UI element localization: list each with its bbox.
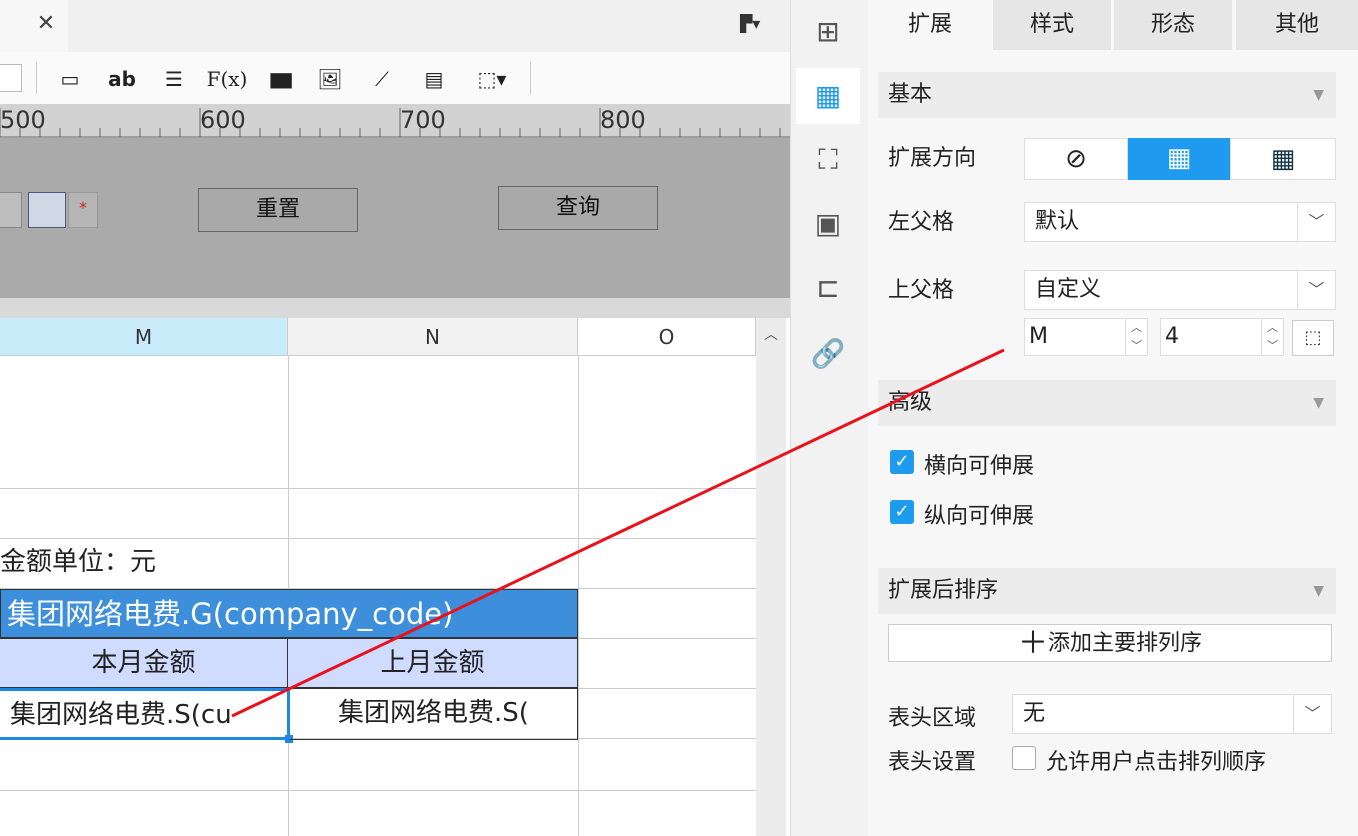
top-parent-select[interactable]: 自定义 ﹀ bbox=[1024, 270, 1336, 310]
allow-sort-checkbox[interactable] bbox=[1012, 746, 1036, 770]
left-parent-label: 左父格 bbox=[888, 210, 955, 235]
top-parent-value: 自定义 bbox=[1035, 277, 1102, 302]
data-cell[interactable]: 集团网络电费.S( bbox=[290, 688, 578, 740]
scroll-up-icon[interactable]: ︿ bbox=[758, 322, 784, 348]
header-cell-current[interactable]: 本月金额 bbox=[0, 638, 288, 688]
grid-line bbox=[0, 488, 756, 489]
left-parent-value: 默认 bbox=[1035, 209, 1080, 234]
chevron-down-icon: ﹀ bbox=[1297, 203, 1335, 241]
text-field-icon[interactable]: ▭ bbox=[52, 64, 88, 94]
plus-icon: ＋ bbox=[1017, 626, 1048, 661]
allow-sort-label: 允许用户点击排列顺序 bbox=[1046, 750, 1267, 775]
toolbar-divider bbox=[36, 62, 37, 94]
query-button[interactable]: 查询 bbox=[498, 186, 658, 230]
collapse-panel-icon[interactable]: ▛▾ bbox=[740, 14, 760, 33]
advanced-section-title: 高级 bbox=[888, 390, 933, 415]
collapse-arrow-icon: ▼ bbox=[1313, 395, 1324, 411]
close-tab-icon[interactable]: ✕ bbox=[30, 8, 62, 40]
left-parent-select[interactable]: 默认 ﹀ bbox=[1024, 202, 1336, 242]
basic-section-header[interactable]: 基本 ▼ bbox=[878, 72, 1336, 118]
basic-section-title: 基本 bbox=[888, 82, 933, 107]
collapse-arrow-icon: ▼ bbox=[1313, 583, 1324, 599]
sort-section-header[interactable]: 扩展后排序 ▼ bbox=[878, 568, 1336, 614]
cell-element-icon[interactable]: ⛶ bbox=[808, 140, 848, 180]
date-picker-icon[interactable] bbox=[28, 192, 66, 228]
chevron-down-icon: ﹀ bbox=[1293, 695, 1331, 733]
hyperlink-icon[interactable]: 🔗 bbox=[808, 334, 848, 374]
horizontal-expand-icon[interactable]: ▦ bbox=[1230, 138, 1336, 180]
h-expand-checkbox[interactable]: ✓ bbox=[890, 450, 914, 474]
widget-icon[interactable]: ▣ bbox=[808, 204, 848, 244]
column-header-m[interactable]: M bbox=[0, 318, 288, 356]
tab-style[interactable]: 样式 bbox=[993, 0, 1111, 50]
advanced-section-header[interactable]: 高级 ▼ bbox=[878, 380, 1336, 426]
property-category-bar bbox=[790, 0, 868, 836]
align-icon[interactable]: ☰ bbox=[156, 64, 192, 94]
header-setting-label: 表头设置 bbox=[888, 750, 977, 775]
collapse-arrow-icon: ▼ bbox=[1313, 87, 1324, 103]
cell-style-icon[interactable]: ⊏ bbox=[808, 268, 848, 308]
tab-expand[interactable]: 扩展 bbox=[870, 0, 990, 50]
vertical-expand-icon[interactable]: ▦ bbox=[1128, 138, 1230, 180]
selected-data-cell[interactable]: 集团网络电费.S(cu bbox=[0, 688, 290, 740]
text-icon[interactable]: ab bbox=[104, 64, 140, 94]
h-expand-label: 横向可伸展 bbox=[924, 454, 1035, 479]
column-header-n[interactable]: N bbox=[288, 318, 578, 356]
cell-expand-icon[interactable]: ▦ bbox=[808, 76, 848, 116]
group-cell[interactable]: 集团网络电费.G(company_code) bbox=[0, 589, 578, 638]
direction-label: 扩展方向 bbox=[888, 146, 977, 171]
sub-report-icon[interactable]: ▤ bbox=[416, 64, 452, 94]
cell-picker-icon[interactable]: ⬚ bbox=[1292, 320, 1334, 356]
reset-button[interactable]: 重置 bbox=[198, 188, 358, 232]
ruler-label: 800 bbox=[600, 106, 646, 134]
image-icon[interactable]: 🖼 bbox=[312, 64, 348, 94]
no-expand-icon[interactable]: ⊘ bbox=[1024, 138, 1128, 180]
parent-row-value: 4 bbox=[1165, 324, 1179, 349]
table-icon[interactable] bbox=[0, 64, 22, 92]
add-sort-label: 添加主要排列序 bbox=[1047, 631, 1202, 656]
header-area-select[interactable]: 无 ﹀ bbox=[1012, 694, 1332, 734]
column-header-o[interactable]: O bbox=[578, 318, 756, 356]
v-expand-label: 纵向可伸展 bbox=[924, 504, 1035, 529]
stepper-arrows-icon[interactable]: ︿ ﹀ bbox=[1261, 319, 1283, 355]
tab-form[interactable]: 形态 bbox=[1114, 0, 1232, 50]
top-parent-label: 上父格 bbox=[888, 278, 955, 303]
header-area-label: 表头区域 bbox=[888, 706, 977, 731]
tab-bar bbox=[0, 0, 790, 52]
chart-icon[interactable]: ▮▮▮ bbox=[260, 64, 298, 94]
border-icon[interactable]: ⬚▾ bbox=[466, 64, 518, 94]
v-expand-checkbox[interactable]: ✓ bbox=[890, 500, 914, 524]
chevron-down-icon: ﹀ bbox=[1297, 271, 1335, 309]
parent-column-value: M bbox=[1029, 324, 1048, 349]
add-sort-button[interactable]: ＋添加主要排列序 bbox=[888, 624, 1332, 662]
toolbar-divider bbox=[530, 62, 531, 94]
ruler-label: 500 bbox=[0, 106, 46, 134]
required-mark: * bbox=[68, 192, 98, 228]
vertical-scrollbar[interactable] bbox=[756, 318, 786, 836]
sort-section-title: 扩展后排序 bbox=[888, 578, 999, 603]
ruler-label: 600 bbox=[200, 106, 246, 134]
ruler-label: 700 bbox=[400, 106, 446, 134]
unit-label-cell[interactable]: 金额单位：元 bbox=[0, 538, 288, 588]
grid-line bbox=[578, 356, 579, 836]
cell-attributes-icon[interactable]: ⊞ bbox=[808, 12, 848, 52]
ruler-ticks bbox=[0, 108, 790, 138]
parent-row-stepper[interactable]: 4 ︿ ﹀ bbox=[1160, 318, 1284, 356]
param-input[interactable] bbox=[0, 192, 22, 228]
header-cell-previous[interactable]: 上月金额 bbox=[288, 638, 578, 688]
section-divider bbox=[0, 298, 790, 318]
header-area-value: 无 bbox=[1023, 701, 1046, 726]
formula-icon[interactable]: F(x) bbox=[204, 64, 250, 94]
tab-other[interactable]: 其他 bbox=[1236, 0, 1358, 50]
parameter-panel bbox=[0, 138, 790, 298]
parent-column-stepper[interactable]: M ︿ ﹀ bbox=[1024, 318, 1148, 356]
stepper-arrows-icon[interactable]: ︿ ﹀ bbox=[1125, 319, 1147, 355]
grid-line bbox=[0, 790, 756, 791]
slash-icon[interactable]: ⟋ bbox=[364, 64, 400, 94]
